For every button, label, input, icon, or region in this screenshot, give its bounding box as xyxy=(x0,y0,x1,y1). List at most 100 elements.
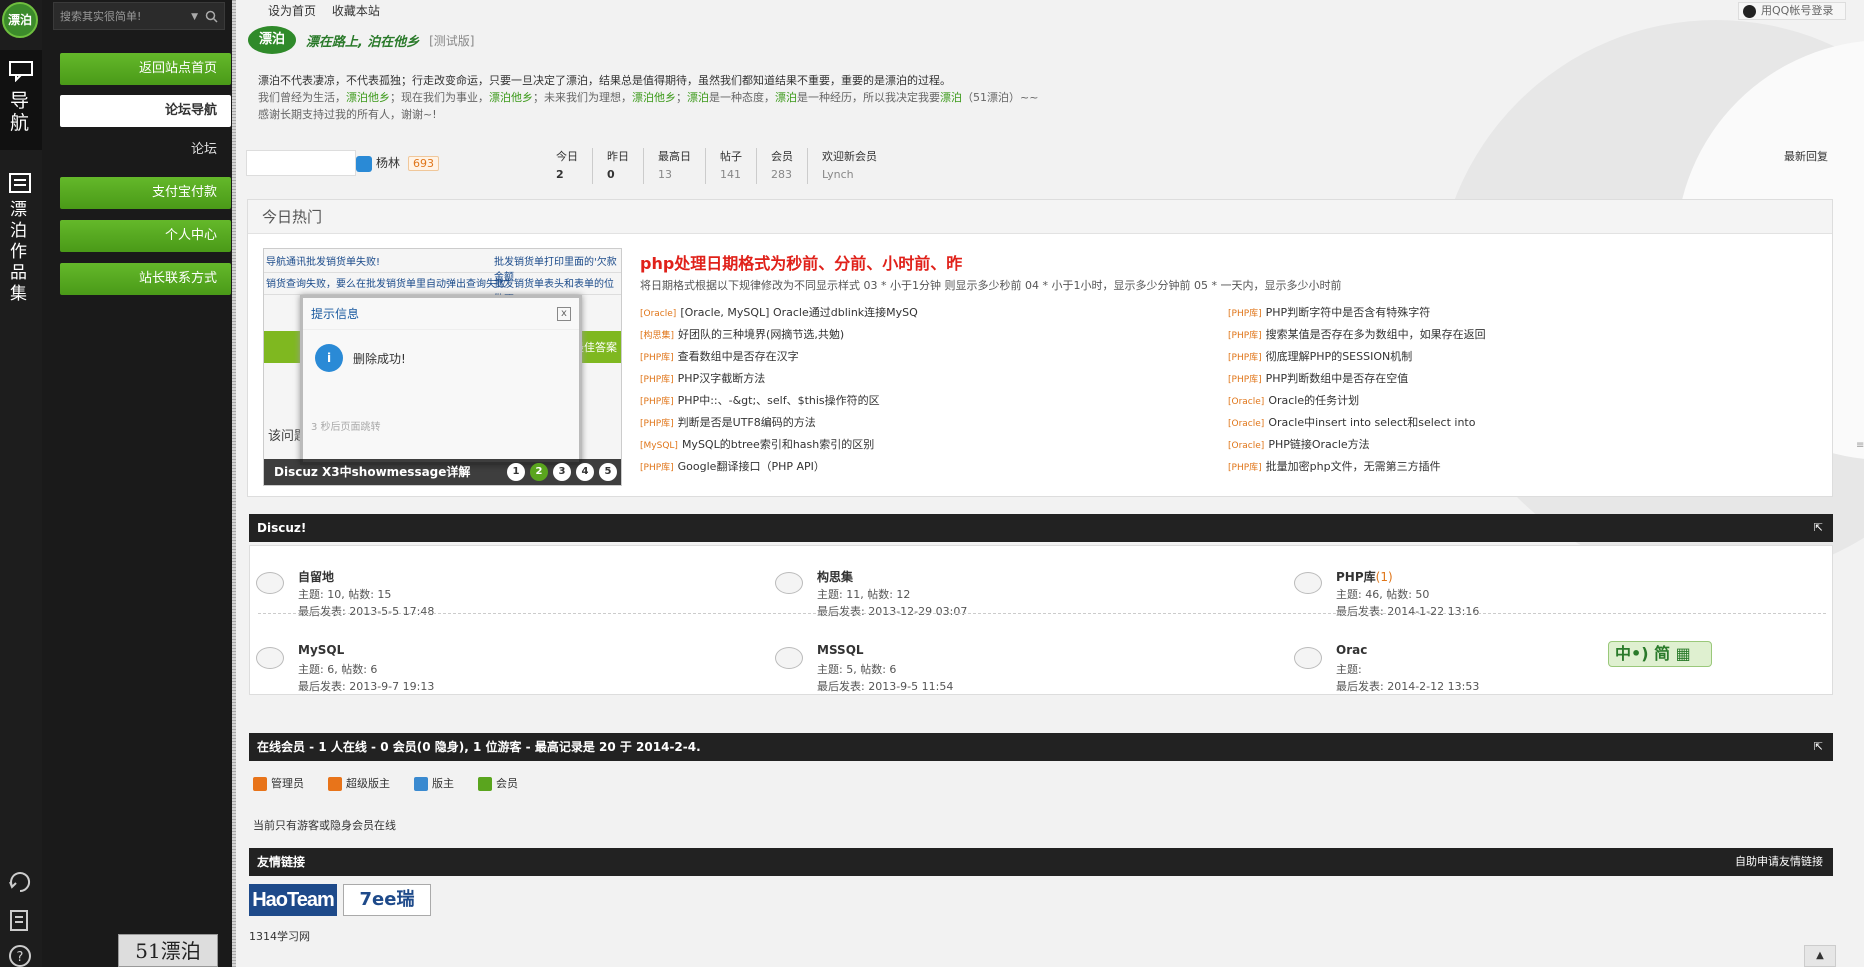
sidebar-item-forum[interactable]: 论坛 xyxy=(60,134,231,166)
forum-item[interactable]: MySQL 主题: 6, 帖数: 6 最后发表: 2013-9-7 19:13 xyxy=(256,641,736,701)
forum-last-post[interactable]: 最后发表: 2013-9-5 11:54 xyxy=(817,678,953,694)
forum-name[interactable]: 自留地 xyxy=(298,568,334,585)
hot-link-left[interactable]: [PHP库] 判断是否是UTF8编码的方法 xyxy=(640,414,816,430)
hot-link-text[interactable]: PHP汉字截断方法 xyxy=(678,372,766,385)
discuz-title[interactable]: Discuz! xyxy=(257,521,306,535)
slide-dot[interactable]: 5 xyxy=(599,463,617,481)
collapse-icon[interactable]: ⇱ xyxy=(1814,514,1823,542)
hot-link-right[interactable]: [PHP库] PHP判断字符中是否含有特殊字符 xyxy=(1228,304,1430,320)
forum-item[interactable]: MSSQL 主题: 5, 帖数: 6 最后发表: 2013-9-5 11:54 xyxy=(775,641,1255,701)
link-text[interactable]: 1314学习网 xyxy=(249,928,310,944)
hot-tag[interactable]: [Oracle] xyxy=(1228,397,1264,407)
chevron-down-icon[interactable]: ▼ xyxy=(191,3,198,31)
hot-tag[interactable]: [构思集] xyxy=(640,331,674,341)
help-icon[interactable]: ? xyxy=(6,942,34,967)
hot-link-left[interactable]: [PHP库] 查看数组中是否存在汉字 xyxy=(640,348,799,364)
user-info[interactable]: 杨林 693 xyxy=(356,154,440,172)
hot-tag[interactable]: [Oracle] xyxy=(1228,441,1264,451)
hot-link-right[interactable]: [PHP库] 彻底理解PHP的SESSION机制 xyxy=(1228,348,1412,364)
hot-link-text[interactable]: PHP链接Oracle方法 xyxy=(1268,438,1369,451)
hot-tag[interactable]: [PHP库] xyxy=(1228,353,1262,363)
hot-tag[interactable]: [PHP库] xyxy=(1228,331,1262,341)
slide-dot[interactable]: 1 xyxy=(507,463,525,481)
sidebar-item-home[interactable]: 返回站点首页 xyxy=(60,53,231,85)
favorite-link[interactable]: 收藏本站 xyxy=(332,4,380,18)
hot-tag[interactable]: [PHP库] xyxy=(1228,463,1262,473)
hot-link-text[interactable]: 批量加密php文件，无需第三方插件 xyxy=(1266,460,1441,473)
hot-link-right[interactable]: [PHP库] 搜索某值是否存在多为数组中，如果存在返回 xyxy=(1228,326,1486,342)
hot-link-left[interactable]: [Oracle] [Oracle, MySQL] Oracle通过dblink连接… xyxy=(640,304,918,320)
forum-name[interactable]: MSSQL xyxy=(817,643,864,657)
forum-name[interactable]: Orac xyxy=(1336,643,1367,657)
hot-tag[interactable]: [PHP库] xyxy=(1228,309,1262,319)
hot-link-right[interactable]: [Oracle] PHP链接Oracle方法 xyxy=(1228,436,1370,452)
stat-value[interactable]: Lynch xyxy=(822,166,877,184)
sidebar-item-alipay[interactable]: 支付宝付款 xyxy=(60,177,231,209)
hot-link-text[interactable]: 好团队的三种境界(网摘节选,共勉) xyxy=(678,328,844,341)
forum-item[interactable]: PHP库(1) 主题: 46, 帖数: 50 最后发表: 2014-1-22 13:… xyxy=(1294,566,1774,626)
hot-link-text[interactable]: 查看数组中是否存在汉字 xyxy=(678,350,799,363)
hot-link-text[interactable]: PHP判断字符中是否含有特殊字符 xyxy=(1266,306,1431,319)
latest-reply-link[interactable]: 最新回复 xyxy=(1784,148,1828,164)
forum-name-text[interactable]: MySQL xyxy=(298,643,344,657)
search-icon[interactable] xyxy=(205,10,218,23)
forum-name[interactable]: MySQL xyxy=(298,643,344,657)
hot-tag[interactable]: [PHP库] xyxy=(640,419,674,429)
hot-link-left[interactable]: [构思集] 好团队的三种境界(网摘节选,共勉) xyxy=(640,326,844,342)
sidebar-item-contact[interactable]: 站长联系方式 xyxy=(60,263,231,295)
forum-name-text[interactable]: PHP库 xyxy=(1336,570,1376,584)
forum-last-post[interactable]: 最后发表: 2013-12-29 03:07 xyxy=(817,603,967,619)
sidebar-item-forum-nav[interactable]: 论坛导航 xyxy=(60,95,231,127)
search-input[interactable]: 搜索其实很简单! ▼ xyxy=(53,2,225,30)
slide-dot[interactable]: 4 xyxy=(576,463,594,481)
discuz-bar[interactable]: Discuz! ⇱ xyxy=(249,514,1833,542)
hot-link-text[interactable]: 判断是否是UTF8编码的方法 xyxy=(678,416,816,429)
refresh-icon[interactable] xyxy=(6,868,34,896)
hot-tag[interactable]: [PHP库] xyxy=(640,353,674,363)
hot-link-right[interactable]: [PHP库] 批量加密php文件，无需第三方插件 xyxy=(1228,458,1441,474)
hot-link-right[interactable]: [PHP库] PHP判断数组中是否存在空值 xyxy=(1228,370,1408,386)
notes-icon[interactable] xyxy=(6,906,34,934)
slideshow[interactable]: 导航通讯批发销货单失败! 批发销货单打印里面的'欠款金额 销货查询失败，要么在批发… xyxy=(263,248,622,486)
hot-link-right[interactable]: [Oracle] Oracle中insert into select和select… xyxy=(1228,414,1475,430)
slide-caption[interactable]: Discuz X3中showmessage详解 1 2 3 4 5 xyxy=(264,459,621,485)
collapse-icon[interactable]: ⇱ xyxy=(1814,733,1823,761)
forum-last-post[interactable]: 最后发表: 2014-2-12 13:53 xyxy=(1336,678,1479,694)
hot-tag[interactable]: [PHP库] xyxy=(1228,375,1262,385)
hot-tag[interactable]: [Oracle] xyxy=(640,309,676,319)
hot-tag[interactable]: [PHP库] xyxy=(640,463,674,473)
forum-name-text[interactable]: 构思集 xyxy=(817,570,853,584)
hot-link-right[interactable]: [Oracle] Oracle的任务计划 xyxy=(1228,392,1359,408)
site-logo-icon[interactable]: 漂泊 xyxy=(2,2,38,38)
7ee-logo[interactable]: 7ee瑞 xyxy=(343,884,431,916)
hot-link-text[interactable]: 搜索某值是否存在多为数组中，如果存在返回 xyxy=(1266,328,1486,341)
hot-tag[interactable]: [PHP库] xyxy=(640,375,674,385)
sidebar-item-profile[interactable]: 个人中心 xyxy=(60,220,231,252)
apply-link[interactable]: 自助申请友情链接 xyxy=(1735,848,1823,876)
hot-link-text[interactable]: Oracle的任务计划 xyxy=(1268,394,1359,407)
hot-link-left[interactable]: [PHP库] PHP汉字截断方法 xyxy=(640,370,765,386)
hot-link-text[interactable]: PHP中::、-&gt;、self、$this操作符的区 xyxy=(678,394,880,407)
qq-login-button[interactable]: 用QQ帐号登录 xyxy=(1738,2,1846,20)
hot-link-text[interactable]: Oracle中insert into select和select into xyxy=(1268,416,1475,429)
user-name[interactable]: 杨林 xyxy=(376,156,400,170)
online-bar[interactable]: 在线会员 - 1 人在线 - 0 会员(0 隐身), 1 位游客 - 最高记录是… xyxy=(249,733,1833,761)
nav-label[interactable]: 导航 xyxy=(10,90,32,134)
hot-link-text[interactable]: Google翻译接口（PHP API） xyxy=(678,460,825,473)
forum-name-text[interactable]: 自留地 xyxy=(298,570,334,584)
forum-name[interactable]: PHP库(1) xyxy=(1336,568,1393,585)
works-label[interactable]: 漂泊作品集 xyxy=(10,200,32,305)
scroll-handle[interactable]: ≡ xyxy=(1856,440,1864,460)
hot-link-left[interactable]: [PHP库] PHP中::、-&gt;、self、$this操作符的区 xyxy=(640,392,880,408)
hot-link-text[interactable]: [Oracle, MySQL] Oracle通过dblink连接MySQ xyxy=(680,306,918,319)
ime-toolbar[interactable]: 中•) 简 ▦ xyxy=(1608,641,1712,667)
forum-item[interactable]: 自留地 主题: 10, 帖数: 15 最后发表: 2013-5-5 17:48 xyxy=(256,566,736,626)
hot-link-text[interactable]: PHP判断数组中是否存在空值 xyxy=(1266,372,1409,385)
set-home-link[interactable]: 设为首页 xyxy=(268,4,316,18)
forum-name-text[interactable]: Orac xyxy=(1336,643,1367,657)
sidebar-thumbnail[interactable]: 51漂泊 xyxy=(118,934,218,967)
forum-name[interactable]: 构思集 xyxy=(817,568,853,585)
hot-title-link[interactable]: php处理日期格式为秒前、分前、小时前、昨 xyxy=(640,250,962,274)
forum-last-post[interactable]: 最后发表: 2013-5-5 17:48 xyxy=(298,603,434,619)
hot-link-left[interactable]: [PHP库] Google翻译接口（PHP API） xyxy=(640,458,825,474)
